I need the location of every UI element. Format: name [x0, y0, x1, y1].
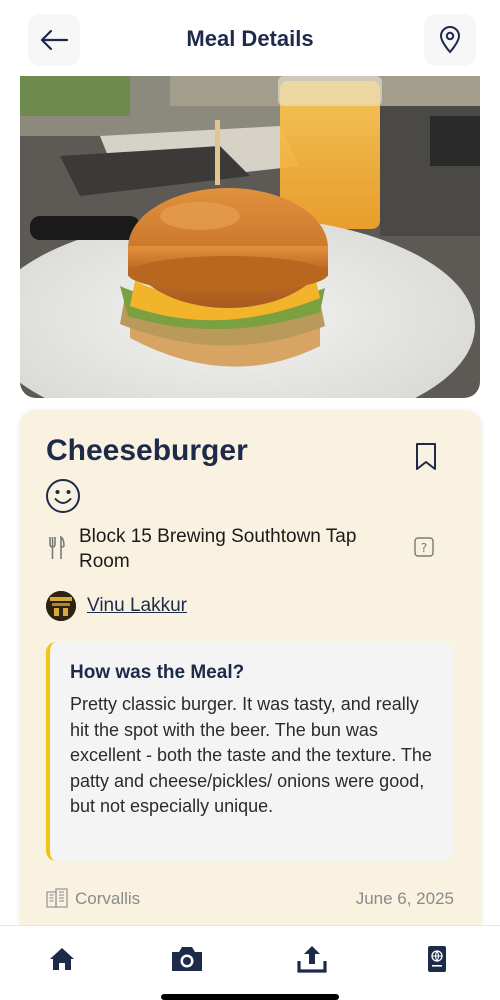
review-title: How was the Meal? — [70, 662, 245, 683]
rating-smiley — [45, 478, 81, 519]
meal-name: Cheeseburger — [46, 434, 248, 467]
svg-text:?: ? — [421, 541, 427, 555]
passport-icon — [428, 946, 446, 972]
bottom-tab-bar — [0, 925, 500, 1000]
meal-details-card: Cheeseburger Block 15 Brewing Southtown … — [20, 410, 481, 925]
restaurant-name[interactable]: Block 15 Brewing Southtown Tap Room — [79, 524, 399, 574]
upload-icon — [297, 946, 327, 973]
home-indicator — [161, 994, 339, 1000]
camera-icon — [172, 947, 202, 971]
avatar[interactable] — [46, 591, 76, 621]
tab-camera[interactable] — [167, 942, 207, 976]
bookmark-button[interactable] — [414, 442, 438, 477]
fork-knife-icon — [48, 535, 66, 565]
building-icon — [46, 888, 68, 913]
meal-photo — [20, 76, 480, 398]
question-box-icon[interactable]: ? — [414, 537, 434, 562]
review-text: Pretty classic burger. It was tasty, and… — [70, 694, 432, 816]
tab-passport[interactable] — [417, 942, 457, 976]
review-box: How was the Meal? Pretty classic burger.… — [46, 642, 454, 861]
city-label: Corvallis — [75, 889, 141, 908]
author-link[interactable]: Vinu Lakkur — [87, 595, 187, 617]
top-header: Meal Details — [0, 0, 500, 76]
tab-upload[interactable] — [292, 942, 332, 976]
meal-date: June 6, 2025 — [355, 889, 454, 908]
tab-home[interactable] — [42, 942, 82, 976]
map-button[interactable] — [424, 14, 476, 66]
home-icon — [50, 948, 74, 970]
map-pin-icon — [439, 26, 461, 54]
smiley-face-icon — [46, 479, 80, 513]
bookmark-icon — [416, 443, 436, 470]
